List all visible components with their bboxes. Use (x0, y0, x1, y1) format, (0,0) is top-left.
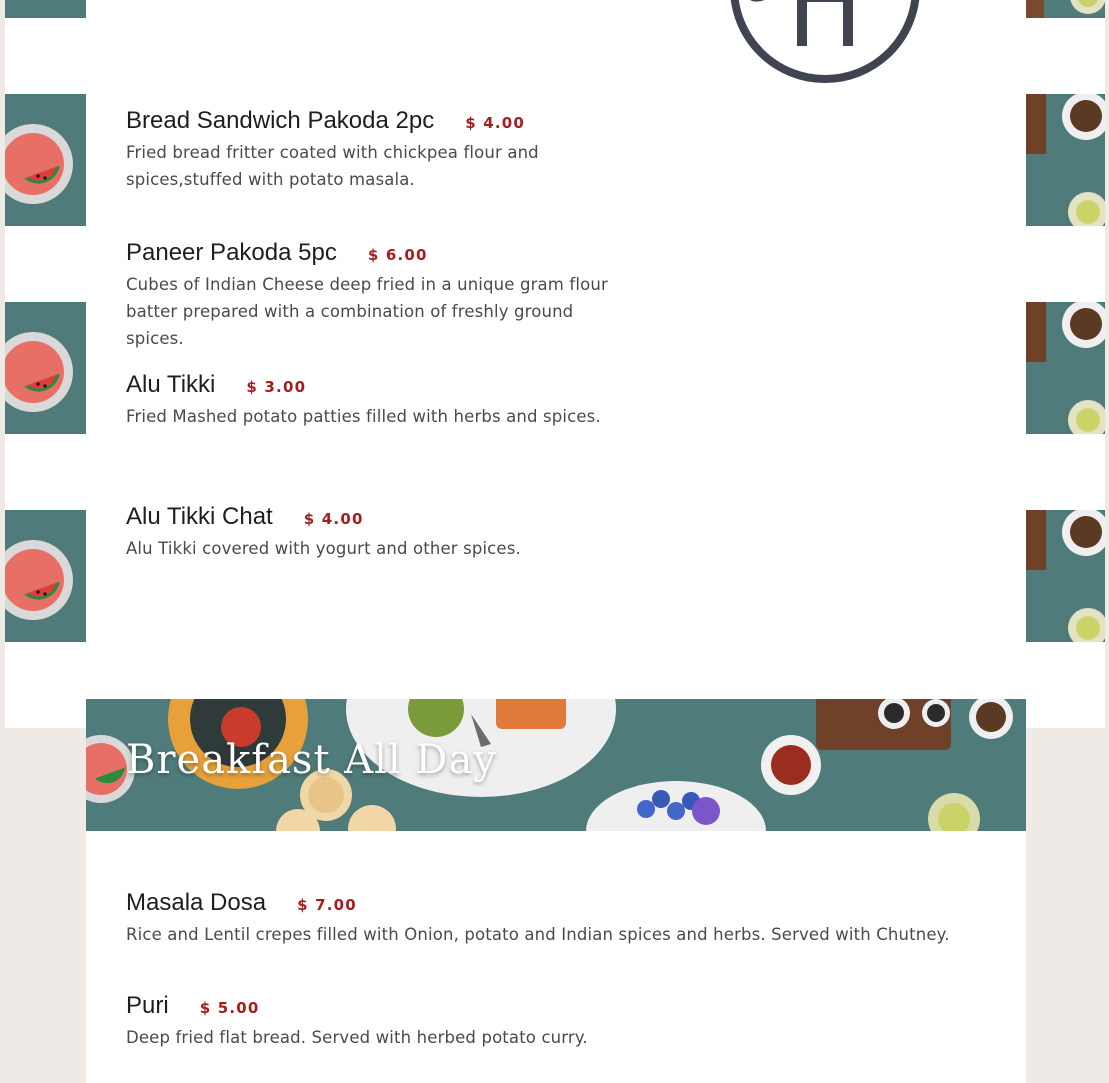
watermelon-plate-icon (5, 302, 86, 434)
watermelon-plate-icon (5, 0, 86, 18)
tea-cups-icon (1026, 94, 1105, 226)
tea-cups-icon (1026, 0, 1105, 18)
item-price: $ 6.00 (367, 246, 428, 264)
item-name: Alu Tikki Chat (126, 503, 273, 530)
item-price: $ 4.00 (465, 114, 526, 132)
item-price: $ 7.00 (297, 896, 357, 914)
menu-item: Puri $ 5.00 Deep fried flat bread. Serve… (126, 992, 1006, 1051)
watermelon-plate-icon (5, 510, 86, 642)
item-description: Alu Tikki covered with yogurt and other … (126, 539, 521, 558)
item-name: Paneer Pakoda 5pc (126, 239, 337, 266)
item-price: $ 5.00 (199, 999, 260, 1017)
food-table-banner: Breakfast All Day (86, 699, 1026, 831)
item-name: Masala Dosa (126, 889, 267, 916)
item-price: $ 3.00 (246, 378, 307, 396)
tea-cups-icon (1026, 510, 1105, 642)
menu-item: Alu Tikki Chat $ 4.00 Alu Tikki covered … (126, 503, 646, 562)
watermelon-plate-icon (5, 94, 86, 226)
item-description: Fried bread fritter coated with chickpea… (126, 143, 539, 189)
menu-item: Bread Sandwich Pakoda 2pc $ 4.00 Fried b… (126, 107, 646, 193)
item-name: Alu Tikki (126, 371, 216, 398)
item-description: Fried Mashed potato patties filled with … (126, 407, 601, 426)
section-title: Breakfast All Day (126, 737, 497, 783)
item-description: Cubes of Indian Cheese deep fried in a u… (126, 275, 608, 348)
item-description: Deep fried flat bread. Served with herbe… (126, 1028, 588, 1047)
menu-item: Alu Tikki $ 3.00 Fried Mashed potato pat… (126, 371, 646, 430)
item-name: Puri (126, 992, 169, 1019)
item-name: Bread Sandwich Pakoda 2pc (126, 107, 435, 134)
menu-item: Masala Dosa $ 7.00 Rice and Lentil crepe… (126, 889, 1006, 948)
menu-item: Paneer Pakoda 5pc $ 6.00 Cubes of Indian… (126, 239, 646, 352)
item-description: Rice and Lentil crepes filled with Onion… (126, 925, 950, 944)
restaurant-seal-logo[interactable]: SAM (727, 0, 923, 86)
tea-cups-icon (1026, 302, 1105, 434)
item-price: $ 4.00 (303, 510, 364, 528)
